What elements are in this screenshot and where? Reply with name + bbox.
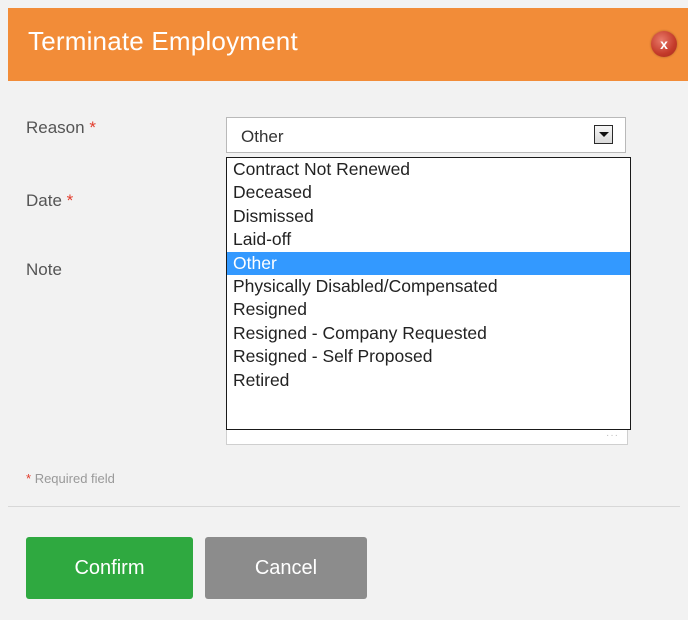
divider [8, 506, 680, 507]
required-marker: * [89, 118, 96, 137]
note-label: Note [26, 260, 62, 279]
date-label: Date * [26, 191, 74, 210]
dialog-header: Terminate Employment x [8, 8, 688, 81]
reason-option[interactable]: Resigned - Self Proposed [227, 345, 630, 368]
close-button[interactable]: x [651, 31, 677, 57]
reason-option[interactable]: Resigned - Company Requested [227, 322, 630, 345]
reason-option[interactable]: Resigned [227, 298, 630, 321]
dialog-title: Terminate Employment [28, 26, 298, 56]
reason-option[interactable]: Retired [227, 369, 630, 392]
required-marker: * [66, 191, 74, 210]
reason-option[interactable]: Physically Disabled/Compensated [227, 275, 630, 298]
reason-dropdown-list: Contract Not Renewed Deceased Dismissed Lai… [226, 157, 631, 430]
reason-select[interactable]: Other [226, 117, 626, 153]
reason-option[interactable]: Dismissed [227, 205, 630, 228]
confirm-button[interactable]: Confirm [26, 537, 193, 599]
reason-option[interactable]: Contract Not Renewed [227, 158, 630, 181]
reason-select-value: Other [241, 127, 284, 146]
cancel-button[interactable]: Cancel [205, 537, 367, 599]
close-icon: x [660, 36, 668, 52]
terminate-employment-dialog: Terminate Employment x Reason * Date * N… [8, 8, 688, 620]
chevron-down-icon[interactable] [594, 125, 613, 144]
required-field-note: * Required field [26, 471, 115, 486]
reason-option[interactable]: Deceased [227, 181, 630, 204]
reason-option[interactable]: Laid-off [227, 228, 630, 251]
reason-label: Reason * [26, 118, 96, 137]
reason-option[interactable]: Other [227, 251, 630, 275]
resize-handle-icon[interactable]: ··· [606, 430, 619, 441]
